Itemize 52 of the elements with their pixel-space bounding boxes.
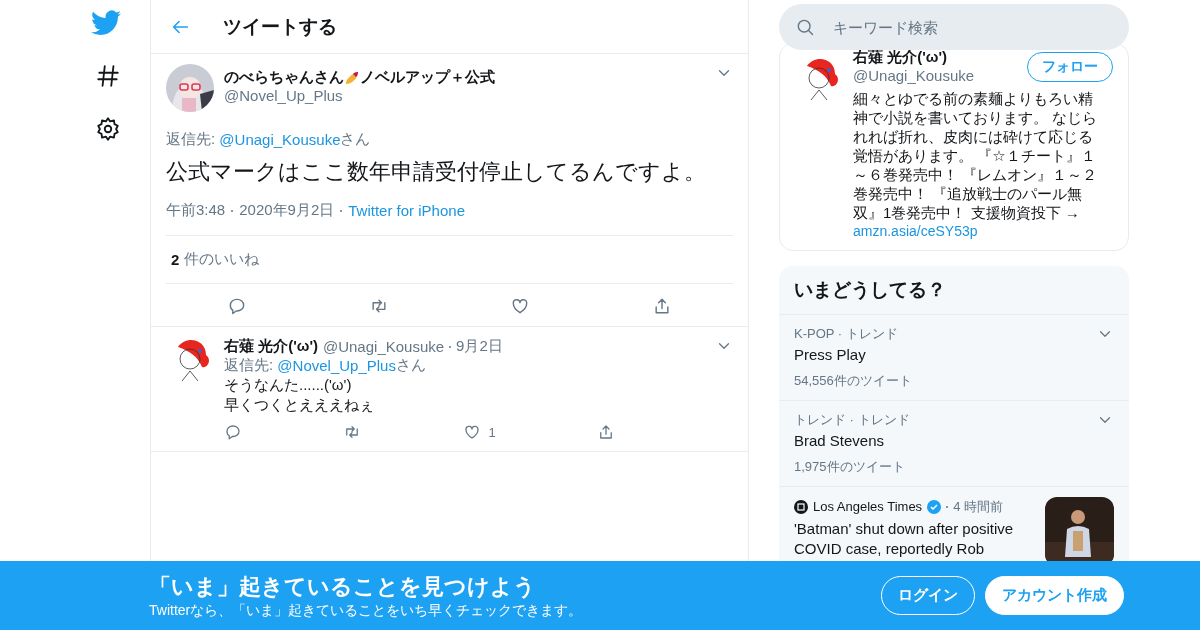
user-handle: @Novel_Up_Plus — [224, 87, 343, 104]
hashtag-icon[interactable] — [95, 63, 121, 89]
share-icon[interactable] — [597, 423, 615, 441]
search-field[interactable]: キーワード検索 — [831, 17, 1091, 37]
trends-title: いまどうしてる？ — [779, 266, 1129, 315]
trend-context: K-POP · トレンド — [794, 325, 899, 343]
like-count: 1 — [488, 424, 496, 440]
profile-bio: 細々とゆでる前の素麺よりもろい精神で小説を書いております。 なじられれば折れ、皮肉には砕けて応じる覚悟があります。 『☆１チート』１～６巻発売中！ 『レムオン』１～２巻発売中！ 『追放戦士のパール無双』1巻発売中！ 支援物資投下 → — [853, 89, 1099, 222]
page-title: ツイートする — [223, 14, 337, 39]
tweet-date: 2020年9月2日 — [239, 201, 335, 220]
user-name: のべらちゃんさん — [224, 68, 344, 87]
newspaper-logo — [794, 500, 808, 514]
user-name: 右薙 光介('ω') — [224, 337, 318, 356]
signup-button[interactable]: アカウント作成 — [985, 576, 1124, 615]
trend-name[interactable]: Press Play — [794, 345, 912, 365]
banner-title: 「いま」起きていることを見つけよう — [149, 572, 537, 601]
reply-to-link[interactable]: @Unagi_Kousuke — [219, 131, 341, 148]
tweet-text: そうなんた......('ω') — [224, 375, 353, 395]
source-link[interactable]: Twitter for iPhone — [348, 202, 465, 219]
like-icon[interactable] — [462, 423, 481, 441]
likes-label: 件のいいね — [184, 250, 260, 269]
trend-name[interactable]: Brad Stevens — [794, 431, 910, 451]
reply-label: 返信先: — [166, 130, 217, 149]
tweet-date: 9月2日 — [456, 337, 503, 356]
tweet-time: 午前3:48 — [166, 201, 226, 220]
news-source: Los Angeles Times — [813, 498, 923, 516]
profile-link[interactable]: amzn.asia/ceSY53p — [853, 223, 978, 239]
settings-icon[interactable] — [95, 116, 121, 142]
user-handle: @Unagi_Kousuke — [853, 67, 975, 84]
reply-suffix: さん — [340, 130, 371, 147]
user-name: 右薙 光介('ω') — [853, 48, 948, 67]
bird-logo[interactable] — [91, 10, 121, 36]
tweet-text: 公式マークはここ数年申請受付停止してるんですよ。 — [166, 158, 707, 186]
user-handle: @Unagi_Kousuke — [322, 338, 445, 355]
sweet-potato-icon — [344, 69, 360, 86]
user-name: ノベルアップ＋公式 — [360, 68, 495, 87]
reply-icon[interactable] — [224, 423, 242, 441]
search-bar[interactable]: キーワード検索 — [779, 4, 1129, 50]
banner-subtitle: Twitterなら、「いま」起きていることをいち早くチェックできます。 — [149, 601, 583, 620]
tweet-count: 54,556件のツイート — [794, 373, 912, 388]
tweet-count: 1,975件のツイート — [794, 459, 905, 474]
tweet-text: 早くつくとえええねぇ — [224, 395, 375, 415]
reply-to-link[interactable]: @Novel_Up_Plus — [277, 357, 396, 374]
verified-icon — [927, 500, 942, 514]
news-headline[interactable]: 'Batman' shut down after positive COVID case, reportedly Rob — [794, 519, 1029, 559]
trend-context: トレンド · トレンド — [794, 411, 910, 429]
follow-button[interactable]: フォロー — [1027, 51, 1113, 82]
search-icon[interactable] — [795, 17, 815, 37]
reply-suffix: さん — [395, 356, 426, 373]
reply-label: 返信先: — [224, 356, 275, 375]
likes-count: 2 — [171, 251, 180, 268]
news-time: 4 時間前 — [953, 498, 1003, 516]
